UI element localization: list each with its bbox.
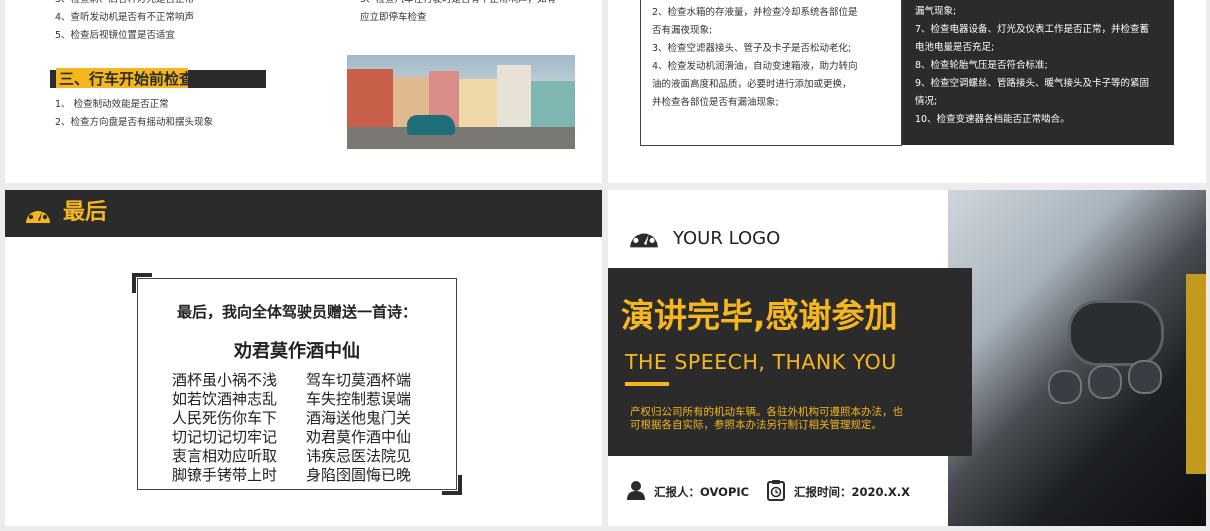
poem-intro: 最后，我向全体驾驶员赠送一首诗： (176, 303, 417, 321)
section-title: 三、行车开始前检查 (59, 70, 195, 88)
list-item: 3、检查空滤器接头、管子及卡子是否松动老化; (652, 43, 852, 54)
slide-closing-poem[interactable]: 最后 最后，我向全体驾驶员赠送一首诗： 劝君莫作酒中仙 酒杯虽小祸不浅 如若饮酒… (5, 190, 602, 526)
list-item: 2、检查方向盘是否有摇动和摆头现象 (55, 117, 214, 128)
list-item: 漏气现象; (915, 6, 957, 17)
list-item: 电池电量是否充足; (915, 42, 995, 53)
poem-line: 劝君莫作酒中仙 (306, 428, 412, 446)
poem-line: 脚镣手铐带上时 (172, 466, 278, 484)
poem-line: 身陷囹圄悔已晚 (306, 466, 412, 484)
list-item: 5、检查后视镜位置是否适宜 (55, 30, 176, 41)
user-icon (627, 481, 645, 500)
list-item: 10、检查变速器各档能否正常啮合。 (915, 114, 1070, 125)
list-item: 2、检查水箱的存液量，并检查冷却系统各部位是 (652, 7, 858, 18)
poem-line: 驾车切莫酒杯端 (306, 371, 412, 389)
poem-right-column: 驾车切莫酒杯端 车失控制惹误端 酒海送他鬼门关 劝君莫作酒中仙 讳疾忌医法院见 … (306, 371, 411, 485)
street-photo (347, 55, 575, 149)
slide-header: 最后 (5, 190, 602, 237)
list-item: 3、检查前、后各种灯光是否正常 (55, 0, 194, 9)
poem-frame: 最后，我向全体驾驶员赠送一首诗： 劝君莫作酒中仙 酒杯虽小祸不浅 如若饮酒神志乱… (132, 273, 462, 495)
driving-check-list: 5、检查汽车在行驶时是否有不正常响声，如有 应立即停车检查 (360, 0, 556, 27)
main-title: 演讲完毕,感谢参加 (621, 296, 898, 335)
poem-line: 酒杯虽小祸不浅 (172, 371, 278, 389)
poem-line: 衷言相劝应听取 (172, 447, 278, 465)
list-item: 情况; (915, 96, 938, 107)
list-item: 9、检查空调螺丝、管路接头、暖气接头及卡子等的紧固 (915, 78, 1150, 89)
english-subtitle: THE SPEECH, THANK YOU (625, 350, 897, 374)
list-item: 并检查各部位是否有漏油现象; (652, 97, 779, 108)
slide-vehicle-checks-top-left[interactable]: 3、检查前、后各种灯光是否正常 4、查听发动机是否有不正常响声 5、检查后视镜位… (5, 0, 602, 183)
slide-vehicle-checks-top-right[interactable]: 2、检查水箱的存液量，并检查冷却系统各部位是 否有漏夜现象; 3、检查空滤器接头… (608, 0, 1206, 183)
poem-line: 车失控制惹误端 (306, 390, 412, 408)
section-heading-bar: 三、行车开始前检查 (50, 68, 266, 88)
poem-line: 酒海送他鬼门关 (306, 409, 412, 427)
list-item: 7、检查电器设备、灯光及仪表工作是否正常，并检查蓄 (915, 24, 1150, 35)
start-check-list: 1、 检查制动效能是否正常 2、检查方向盘是否有摇动和摆头现象 (55, 96, 213, 132)
list-item: 1、 检查制动效能是否正常 (55, 99, 169, 110)
poem-left-column: 酒杯虽小祸不浅 如若饮酒神志乱 人民死伤你车下 切记切记切牢记 衷言相劝应听取 … (172, 371, 277, 485)
body-text: 产权归公司所有的机动车辆。各驻外机构可遵照本办法，也 可根据各自实际，参照本办法… (630, 406, 903, 432)
body-line: 产权归公司所有的机动车辆。各驻外机构可遵照本办法，也 (630, 406, 903, 418)
list-item: 5、检查汽车在行驶时是否有不正常响声，如有 (360, 0, 556, 9)
poem-line: 讳疾忌医法院见 (306, 447, 412, 465)
report-time-label: 汇报时间：2020.X.X (794, 485, 910, 499)
car-dashboard-photo (948, 190, 1206, 526)
check-list-dark: 漏气现象; 7、检查电器设备、灯光及仪表工作是否正常，并检查蓄 电池电量是否充足… (915, 3, 1149, 129)
list-item: 4、检查发动机润滑油，自动变速箱液，助力转向 (652, 61, 858, 72)
frame-corner-top-left (132, 273, 152, 293)
pre-drive-check-list: 3、检查前、后各种灯光是否正常 4、查听发动机是否有不正常响声 5、检查后视镜位… (55, 0, 194, 45)
list-item: 4、查听发动机是否有不正常响声 (55, 12, 195, 23)
list-item: 8、检查轮胎气压是否符合标准; (915, 60, 1048, 71)
list-item: 应立即停车检查 (360, 12, 427, 23)
gauge-icon (26, 205, 50, 223)
poem-title: 劝君莫作酒中仙 (234, 341, 360, 362)
frame-corner-bottom-right (442, 475, 462, 495)
reporter-label: 汇报人：OVOPIC (654, 485, 750, 499)
list-item: 油的液面高度和品质，必要时进行添加或更换， (652, 79, 852, 90)
clipboard-clock-icon (767, 480, 785, 501)
slide-thank-you[interactable]: YOUR LOGO 演讲完毕,感谢参加 THE SPEECH, THANK YO… (608, 190, 1206, 526)
gauge-logo-icon (630, 226, 658, 248)
poem-line: 人民死伤你车下 (172, 409, 278, 427)
check-list: 2、检查水箱的存液量，并检查冷却系统各部位是 否有漏夜现象; 3、检查空滤器接头… (652, 4, 858, 112)
body-line: 可根据各自实际，参照本办法另行制订相关管理规定。 (630, 419, 882, 431)
title-panel: 演讲完毕,感谢参加 THE SPEECH, THANK YOU 产权归公司所有的… (608, 268, 972, 456)
accent-underline (625, 382, 669, 386)
logo-text: YOUR LOGO (673, 228, 781, 249)
check-box-light: 2、检查水箱的存液量，并检查冷却系统各部位是 否有漏夜现象; 3、检查空滤器接头… (640, 0, 902, 146)
check-box-dark: 漏气现象; 7、检查电器设备、灯光及仪表工作是否正常，并检查蓄 电池电量是否充足… (902, 0, 1174, 145)
poem-line: 如若饮酒神志乱 (172, 390, 278, 408)
slide-title: 最后 (63, 200, 108, 225)
poem-line: 切记切记切牢记 (172, 428, 278, 446)
list-item: 否有漏夜现象; (652, 25, 713, 36)
